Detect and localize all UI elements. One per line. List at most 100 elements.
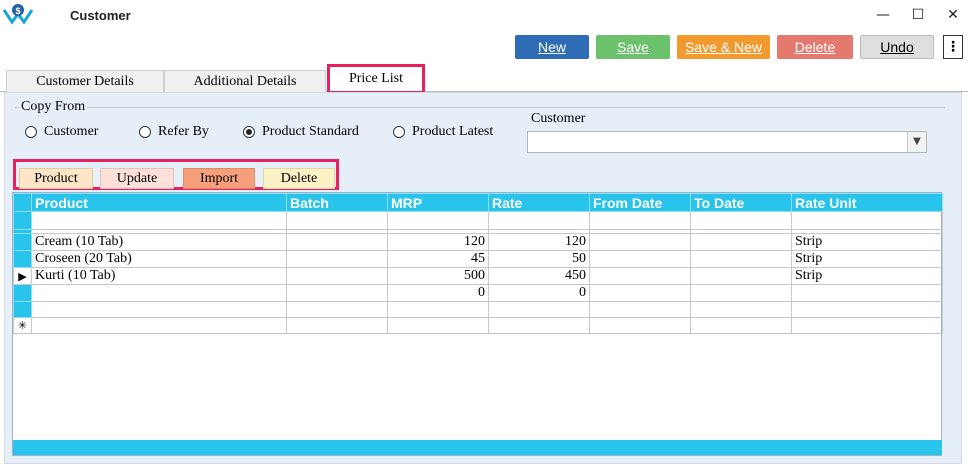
row-header	[13, 211, 32, 230]
table-row[interactable]: 0 0	[13, 284, 943, 302]
column-header-product[interactable]: Product	[31, 193, 287, 212]
grid-delete-button[interactable]: Delete	[263, 168, 335, 189]
cell-batch[interactable]	[286, 301, 388, 318]
cell-mrp[interactable]	[387, 317, 489, 334]
product-button[interactable]: Product	[19, 168, 93, 189]
cell-rate-unit[interactable]	[791, 284, 943, 302]
cell-rate[interactable]	[488, 317, 590, 334]
cell-rate[interactable]: 450	[488, 267, 590, 285]
current-row-arrow-icon[interactable]: ▶	[13, 267, 32, 285]
cell-batch[interactable]	[286, 317, 388, 334]
column-header-batch[interactable]: Batch	[286, 193, 388, 212]
filter-cell[interactable]	[286, 211, 388, 230]
table-row[interactable]: Croseen (20 Tab) 45 50 Strip	[13, 250, 943, 268]
radio-product-latest-label: Product Latest	[412, 124, 494, 139]
cell-to-date[interactable]	[690, 233, 792, 251]
cell-rate-unit[interactable]: Strip	[791, 250, 943, 268]
column-header-from-date[interactable]: From Date	[589, 193, 691, 212]
cell-mrp[interactable]: 45	[387, 250, 489, 268]
import-button[interactable]: Import	[183, 168, 255, 189]
cell-to-date[interactable]	[690, 267, 792, 285]
cell-mrp[interactable]	[387, 301, 489, 318]
cell-rate-unit[interactable]: Strip	[791, 233, 943, 251]
row-header[interactable]	[13, 233, 32, 251]
filter-cell-product[interactable]	[31, 211, 287, 230]
row-header[interactable]	[13, 301, 32, 318]
cell-mrp[interactable]: 500	[387, 267, 489, 285]
cell-batch[interactable]	[286, 267, 388, 285]
filter-cell[interactable]	[690, 211, 792, 230]
save-button[interactable]: Save	[596, 35, 670, 59]
tab-customer-details[interactable]: Customer Details	[6, 70, 164, 92]
radio-circle-icon	[25, 126, 37, 138]
save-and-new-button[interactable]: Save & New	[677, 35, 770, 59]
cell-rate[interactable]: 0	[488, 284, 590, 302]
price-list-grid[interactable]: Product Batch MRP Rate From Date To Date…	[12, 192, 943, 456]
cell-batch[interactable]	[286, 233, 388, 251]
cell-product[interactable]: Cream (10 Tab)	[31, 233, 287, 251]
table-row[interactable]	[13, 301, 943, 318]
cell-rate[interactable]	[488, 301, 590, 318]
copy-from-legend: Copy From	[19, 99, 88, 115]
cell-from-date[interactable]	[589, 284, 691, 302]
maximize-icon[interactable]: ☐	[905, 4, 931, 26]
filter-row[interactable]	[13, 211, 943, 230]
cell-batch[interactable]	[286, 284, 388, 302]
grid-actions-group: Product Update Import Delete	[13, 159, 339, 190]
delete-button[interactable]: Delete	[777, 35, 853, 59]
row-header-corner	[13, 193, 32, 212]
cell-product[interactable]: Kurti (10 Tab)	[31, 267, 287, 285]
cell-batch[interactable]	[286, 250, 388, 268]
cell-from-date[interactable]	[589, 317, 691, 334]
chevron-down-icon[interactable]: ▼	[907, 132, 926, 152]
cell-from-date[interactable]	[589, 233, 691, 251]
radio-refer-by[interactable]: Refer By	[139, 124, 209, 140]
cell-to-date[interactable]	[690, 317, 792, 334]
column-header-rate[interactable]: Rate	[488, 193, 590, 212]
cell-to-date[interactable]	[690, 284, 792, 302]
cell-product[interactable]	[31, 284, 287, 302]
close-icon[interactable]: ✕	[940, 4, 966, 26]
new-button[interactable]: New	[515, 35, 589, 59]
radio-product-standard[interactable]: Product Standard	[243, 124, 359, 140]
svg-text:$: $	[15, 6, 20, 16]
radio-product-latest[interactable]: Product Latest	[393, 124, 493, 140]
tab-additional-details[interactable]: Additional Details	[164, 70, 326, 92]
cell-product[interactable]	[31, 317, 287, 334]
more-options-icon[interactable]: ⋮	[943, 35, 963, 59]
cell-rate-unit[interactable]: Strip	[791, 267, 943, 285]
cell-from-date[interactable]	[589, 250, 691, 268]
cell-product[interactable]	[31, 301, 287, 318]
customer-select[interactable]: ▼	[527, 131, 927, 153]
cell-mrp[interactable]: 120	[387, 233, 489, 251]
new-row[interactable]: ✳	[13, 317, 943, 334]
radio-customer[interactable]: Customer	[25, 124, 98, 140]
undo-button[interactable]: Undo	[860, 35, 934, 59]
cell-from-date[interactable]	[589, 267, 691, 285]
cell-from-date[interactable]	[589, 301, 691, 318]
table-row[interactable]: ▶ Kurti (10 Tab) 500 450 Strip	[13, 267, 943, 285]
cell-rate-unit[interactable]	[791, 317, 943, 334]
row-header[interactable]	[13, 250, 32, 268]
new-row-asterisk-icon[interactable]: ✳	[13, 317, 32, 334]
column-header-rate-unit[interactable]: Rate Unit	[791, 193, 943, 212]
column-header-mrp[interactable]: MRP	[387, 193, 489, 212]
minimize-icon[interactable]: —	[870, 4, 896, 26]
row-header[interactable]	[13, 284, 32, 302]
filter-cell[interactable]	[589, 211, 691, 230]
radio-circle-icon	[139, 126, 151, 138]
update-button[interactable]: Update	[100, 168, 174, 189]
table-row[interactable]: Cream (10 Tab) 120 120 Strip	[13, 233, 943, 251]
tab-price-list[interactable]: Price List	[327, 64, 425, 94]
cell-to-date[interactable]	[690, 250, 792, 268]
cell-rate-unit[interactable]	[791, 301, 943, 318]
filter-cell[interactable]	[791, 211, 943, 230]
filter-cell[interactable]	[488, 211, 590, 230]
cell-mrp[interactable]: 0	[387, 284, 489, 302]
cell-rate[interactable]: 120	[488, 233, 590, 251]
column-header-to-date[interactable]: To Date	[690, 193, 792, 212]
cell-rate[interactable]: 50	[488, 250, 590, 268]
cell-product[interactable]: Croseen (20 Tab)	[31, 250, 287, 268]
filter-cell[interactable]	[387, 211, 489, 230]
cell-to-date[interactable]	[690, 301, 792, 318]
